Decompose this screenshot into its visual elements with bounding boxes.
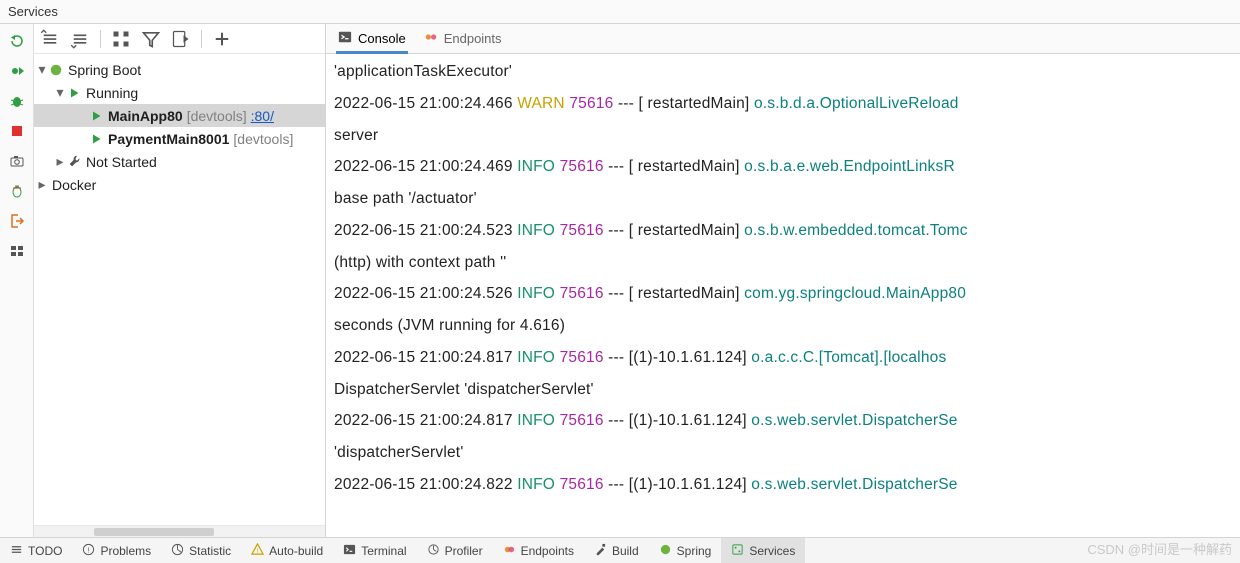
exit-icon[interactable] [8,212,26,230]
log-line: 2022-06-15 21:00:24.817 INFO 75616 --- [… [334,342,1238,374]
log-line: 2022-06-15 21:00:24.822 INFO 75616 --- [… [334,469,1238,501]
spring-icon [659,543,672,559]
tree-node-springboot[interactable]: ▾ Spring Boot [34,58,325,81]
tree-node-mainapp80[interactable]: MainApp80 [devtools] :80/ [34,104,325,127]
bottom-tab-problems[interactable]: ! Problems [72,538,161,563]
spring-icon [48,63,64,77]
tree-node-running[interactable]: ▾ Running [34,81,325,104]
endpoints-icon [503,543,516,559]
bottom-tab-statistic[interactable]: Statistic [161,538,241,563]
tree-tag: [devtools] [187,108,247,124]
bottom-tab-label: Statistic [189,544,231,558]
play-icon [88,110,104,122]
bottom-tab-label: Endpoints [521,544,574,558]
tool-window-title: Services [0,0,1240,24]
tree-node-docker[interactable]: ▸ Docker [34,173,325,196]
chevron-right-icon: ▸ [54,153,66,170]
build-icon [594,543,607,559]
bug-icon[interactable] [8,92,26,110]
bottom-tab-build[interactable]: Build [584,538,649,563]
tree-label: Not Started [82,154,157,170]
wrench-icon [66,155,82,168]
chevron-down-icon: ▾ [36,61,48,78]
tree-node-paymentmain8001[interactable]: PaymentMain8001 [devtools] [34,127,325,150]
problems-icon: ! [82,543,95,559]
bottom-tab-label: Auto-build [269,544,323,558]
bottom-tab-todo[interactable]: TODO [0,538,72,563]
tree-toolbar [34,24,325,54]
filter-icon[interactable] [141,29,161,49]
bottom-tab-terminal[interactable]: Terminal [333,538,416,563]
tree-label: Running [82,85,138,101]
log-continuation: (http) with context path '' [334,247,1238,279]
tab-label: Endpoints [444,31,502,46]
log-continuation: server [334,120,1238,152]
console-output[interactable]: 'applicationTaskExecutor'2022-06-15 21:0… [326,54,1240,537]
tree-label: PaymentMain8001 [104,131,229,147]
service-tree[interactable]: ▾ Spring Boot ▾ Running MainApp80 [devto… [34,54,325,525]
todo-icon [10,543,23,559]
svg-text:!: ! [257,547,259,554]
port-link[interactable]: :80/ [251,108,274,124]
stop-icon[interactable] [8,122,26,140]
autobuild-icon: ! [251,543,264,559]
log-continuation: 'applicationTaskExecutor' [334,56,1238,88]
camera-icon[interactable] [8,152,26,170]
log-continuation: 'dispatcherServlet' [334,437,1238,469]
endpoints-icon [424,30,438,47]
tree-label: MainApp80 [104,108,183,124]
bottom-tab-label: TODO [28,544,62,558]
config-icon[interactable] [171,29,191,49]
tree-node-notstarted[interactable]: ▸ Not Started [34,150,325,173]
tab-console[interactable]: Console [338,24,406,53]
bottom-tab-label: Build [612,544,639,558]
bottom-tab-label: Services [749,544,795,558]
tree-tag: [devtools] [233,131,293,147]
services-icon [731,543,744,559]
play-icon [66,87,82,99]
tree-label: Spring Boot [64,62,141,78]
output-tabs: Console Endpoints [326,24,1240,54]
terminal-icon [343,543,356,559]
log-line: 2022-06-15 21:00:24.526 INFO 75616 --- [… [334,278,1238,310]
add-icon[interactable] [212,29,232,49]
tab-label: Console [358,31,406,46]
left-gutter [0,24,34,537]
log-continuation: seconds (JVM running for 4.616) [334,310,1238,342]
collapse-all-icon[interactable] [40,29,60,49]
expand-all-icon[interactable] [70,29,90,49]
bottom-tab-services[interactable]: Services [721,538,805,563]
log-line: 2022-06-15 21:00:24.466 WARN 75616 --- [… [334,88,1238,120]
statistic-icon [171,543,184,559]
heap-icon[interactable] [8,182,26,200]
bottom-tab-profiler[interactable]: Profiler [417,538,493,563]
log-continuation: DispatcherServlet 'dispatcherServlet' [334,374,1238,406]
tab-endpoints[interactable]: Endpoints [424,24,502,53]
chevron-right-icon: ▸ [36,176,48,193]
bottom-tab-label: Problems [100,544,151,558]
bottom-tab-label: Spring [677,544,712,558]
bottom-tab-label: Terminal [361,544,406,558]
chevron-down-icon: ▾ [54,84,66,101]
tree-label: Docker [48,177,96,193]
horizontal-scrollbar[interactable] [34,525,325,537]
bottom-tab-spring[interactable]: Spring [649,538,722,563]
log-line: 2022-06-15 21:00:24.469 INFO 75616 --- [… [334,151,1238,183]
log-continuation: base path '/actuator' [334,183,1238,215]
bottom-tab-label: Profiler [445,544,483,558]
play-icon [88,133,104,145]
bottom-toolbar: TODO! Problems Statistic! Auto-build Termina… [0,537,1240,563]
bottom-tab-autobuild[interactable]: ! Auto-build [241,538,333,563]
layout-icon[interactable] [8,242,26,260]
log-line: 2022-06-15 21:00:24.523 INFO 75616 --- [… [334,215,1238,247]
svg-text:!: ! [88,545,90,554]
group-icon[interactable] [111,29,131,49]
profiler-icon [427,543,440,559]
console-icon [338,30,352,47]
rerun-icon[interactable] [8,32,26,50]
debug1-icon[interactable] [8,62,26,80]
log-line: 2022-06-15 21:00:24.817 INFO 75616 --- [… [334,405,1238,437]
bottom-tab-endpoints[interactable]: Endpoints [493,538,584,563]
